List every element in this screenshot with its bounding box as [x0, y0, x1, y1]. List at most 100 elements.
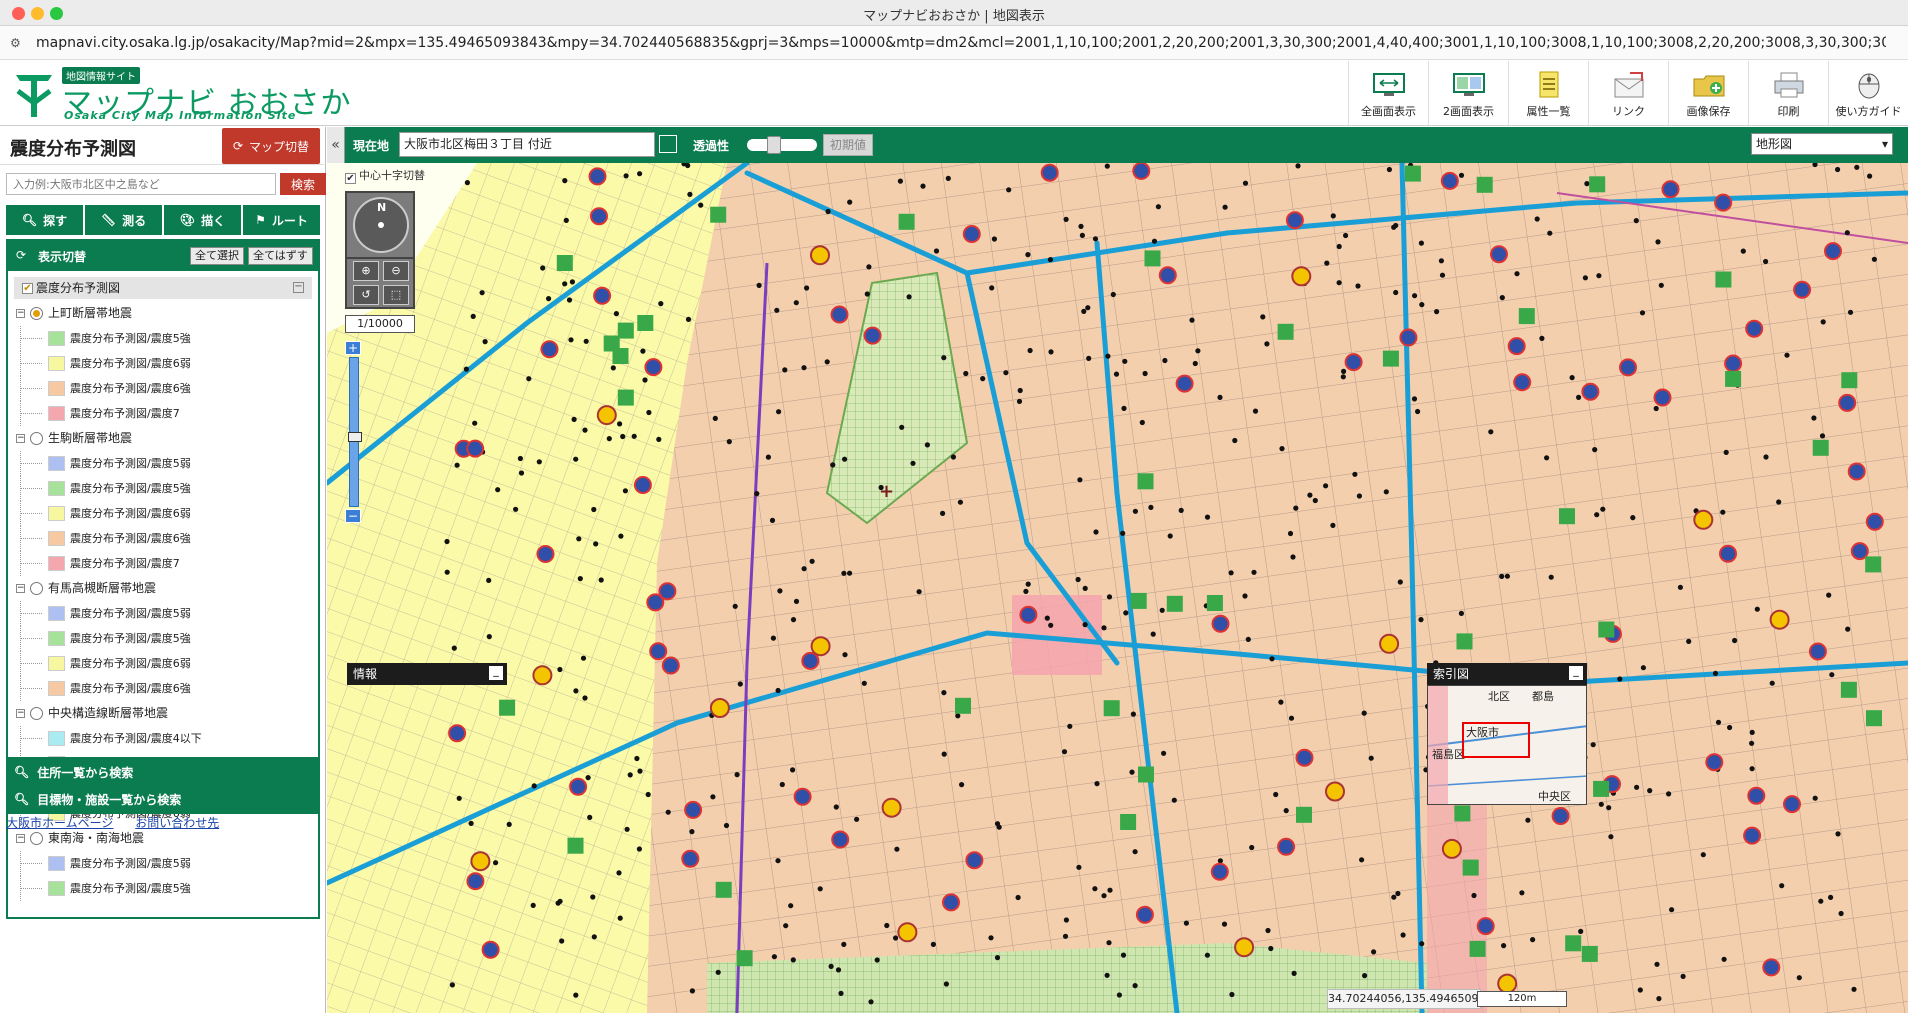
fire-station-marker — [649, 642, 668, 661]
tree-toggle-icon[interactable]: − — [16, 309, 25, 318]
facility-search-button[interactable]: 🔍︎ 目標物・施設一覧から検索 — [6, 784, 320, 814]
intensity-layer-item[interactable]: 震度分布予測図/震度5強 — [14, 326, 312, 351]
compass-icon[interactable]: N — [353, 197, 409, 253]
dual-screen-button[interactable]: 2画面表示 — [1428, 61, 1508, 125]
pan-control[interactable]: N — [345, 191, 415, 259]
map-point-marker — [1412, 293, 1418, 299]
intensity-layer-item[interactable]: 震度分布予測図/震度5強 — [14, 476, 312, 501]
map-point-marker — [573, 688, 579, 694]
zoom-minus-button[interactable]: − — [345, 509, 361, 523]
base-map-select[interactable]: 地形図 — [1751, 133, 1893, 155]
location-field[interactable]: 大阪市北区梅田３丁目 付近 — [399, 132, 655, 157]
map-point-marker — [1228, 570, 1234, 576]
transparency-slider[interactable] — [747, 136, 817, 154]
print-button[interactable]: 印刷 — [1748, 61, 1828, 125]
water-station-marker — [810, 636, 831, 657]
link-button[interactable]: リンク — [1588, 61, 1668, 125]
map-canvas[interactable]: ✔ 中心十字切替 N ⊕ ⊖ ↺ ⬚ 1/10000 + − + 情報 _ 索引図… — [327, 163, 1908, 1013]
zoom-knob[interactable] — [348, 432, 362, 442]
url-text[interactable]: mapnavi.city.osaka.lg.jp/osakacity/Map?m… — [36, 35, 1886, 51]
osaka-city-logo-icon[interactable] — [12, 69, 56, 119]
quake-radio[interactable] — [30, 307, 43, 320]
sidebar-collapse-button[interactable]: « — [327, 127, 345, 163]
tree-toggle-icon[interactable]: − — [16, 709, 25, 718]
intensity-layer-item[interactable]: 震度分布予測図/震度6弱 — [14, 501, 312, 526]
quake-scenario[interactable]: − 上町断層帯地震 — [14, 301, 312, 326]
root-checkbox[interactable]: ✔ — [22, 283, 33, 294]
index-map[interactable]: 北区 都島 大阪市 福島区 中央区 — [1427, 685, 1587, 805]
find-button[interactable]: 🔍︎ 探す — [6, 205, 83, 235]
zoom-out-icon[interactable]: ⊖ — [383, 261, 409, 281]
quake-scenario[interactable]: − 中央構造線断層帯地震 — [14, 701, 312, 726]
fire-station-marker — [633, 476, 652, 494]
reset-transparency-button[interactable]: 初期値 — [823, 134, 873, 156]
draw-button[interactable]: 🎨︎ 描く — [164, 205, 241, 235]
map-point-marker — [613, 311, 619, 317]
intensity-layer-item[interactable]: 震度分布予測図/震度6強 — [14, 376, 312, 401]
intensity-layer-item[interactable]: 震度分布予測図/震度5弱 — [14, 851, 312, 876]
intensity-layer-item[interactable]: 震度分布予測図/震度6強 — [14, 676, 312, 701]
image-save-button[interactable]: 画像保存 — [1668, 61, 1748, 125]
intensity-layer-item[interactable]: 震度分布予測図/震度5強 — [14, 876, 312, 901]
map-point-marker — [1471, 892, 1477, 899]
minimize-icon[interactable]: _ — [489, 665, 503, 680]
tree-toggle-icon[interactable]: − — [16, 434, 25, 443]
map-point-marker — [517, 455, 523, 462]
select-all-button[interactable]: 全て選択 — [190, 247, 244, 265]
address-bar[interactable]: ⚙ mapnavi.city.osaka.lg.jp/osakacity/Map… — [0, 26, 1908, 60]
quake-radio[interactable] — [30, 432, 43, 445]
map-point-marker — [1044, 615, 1050, 621]
map-point-marker — [1324, 260, 1330, 266]
contact-link[interactable]: お問い合わせ先 — [135, 816, 219, 830]
layer-root[interactable]: ✔ 震度分布予測図 − — [14, 277, 312, 299]
minimize-icon[interactable]: _ — [1569, 665, 1583, 680]
site-settings-icon[interactable]: ⚙ — [10, 37, 24, 49]
usage-guide-button[interactable]: 使い方ガイド — [1828, 61, 1908, 125]
locate-icon[interactable] — [659, 135, 677, 153]
measure-button[interactable]: 📏︎ 測る — [85, 205, 162, 235]
zoom-slider[interactable]: + − — [345, 341, 363, 541]
select-none-button[interactable]: 全てはずす — [248, 247, 313, 265]
intensity-layer-item[interactable]: 震度分布予測図/震度4以下 — [14, 726, 312, 751]
search-input[interactable] — [6, 173, 276, 195]
zoom-plus-button[interactable]: + — [345, 341, 361, 355]
transparency-slider-knob[interactable] — [767, 136, 781, 154]
center-cross-toggle[interactable]: ✔ 中心十字切替 — [345, 167, 425, 184]
map-point-marker — [835, 967, 842, 973]
zoom-area-icon[interactable]: ⬚ — [383, 285, 409, 305]
rotate-reset-icon[interactable]: ↺ — [353, 285, 379, 305]
quake-scenario[interactable]: − 生駒断層帯地震 — [14, 426, 312, 451]
tree-toggle-icon[interactable]: − — [16, 584, 25, 593]
intensity-layer-item[interactable]: 震度分布予測図/震度5弱 — [14, 601, 312, 626]
index-map-panel[interactable]: 索引図 _ — [1427, 663, 1587, 685]
center-cross-checkbox[interactable]: ✔ — [345, 173, 356, 184]
zoom-in-icon[interactable]: ⊕ — [353, 261, 379, 281]
tree-toggle-icon[interactable]: − — [16, 834, 25, 843]
intensity-layer-item[interactable]: 震度分布予測図/震度7 — [14, 551, 312, 576]
intensity-layer-item[interactable]: 震度分布予測図/震度5弱 — [14, 451, 312, 476]
intensity-layer-item[interactable]: 震度分布予測図/震度7 — [14, 401, 312, 426]
search-button[interactable]: 検索 — [280, 173, 326, 195]
route-button[interactable]: ⚑ ルート — [243, 205, 320, 235]
collapse-icon[interactable]: − — [293, 282, 304, 293]
zoom-track[interactable] — [348, 357, 362, 507]
quake-radio[interactable] — [30, 582, 43, 595]
intensity-layer-item[interactable]: 震度分布予測図/震度6弱 — [14, 351, 312, 376]
quake-scenario[interactable]: − 有馬高槻断層帯地震 — [14, 576, 312, 601]
fire-station-marker — [1724, 354, 1743, 373]
intensity-layer-item[interactable]: 震度分布予測図/震度6強 — [14, 526, 312, 551]
attribute-list-button[interactable]: 属性一覧 — [1508, 61, 1588, 125]
address-search-button[interactable]: 🔍︎ 住所一覧から検索 — [6, 757, 320, 787]
info-panel[interactable]: 情報 _ — [347, 663, 507, 685]
map-point-marker — [495, 487, 501, 493]
intensity-layer-item[interactable]: 震度分布予測図/震度6弱 — [14, 651, 312, 676]
map-point-marker — [1330, 213, 1336, 219]
quake-radio[interactable] — [30, 832, 43, 845]
map-point-marker — [1608, 834, 1614, 840]
intensity-layer-item[interactable]: 震度分布予測図/震度5強 — [14, 626, 312, 651]
osaka-homepage-link[interactable]: 大阪市ホームページ — [6, 816, 113, 830]
fullscreen-button[interactable]: 全画面表示 — [1348, 61, 1428, 125]
map-switch-button[interactable]: ⟳ マップ切替 — [222, 128, 320, 164]
quake-radio[interactable] — [30, 707, 43, 720]
map-point-marker — [1017, 387, 1023, 394]
